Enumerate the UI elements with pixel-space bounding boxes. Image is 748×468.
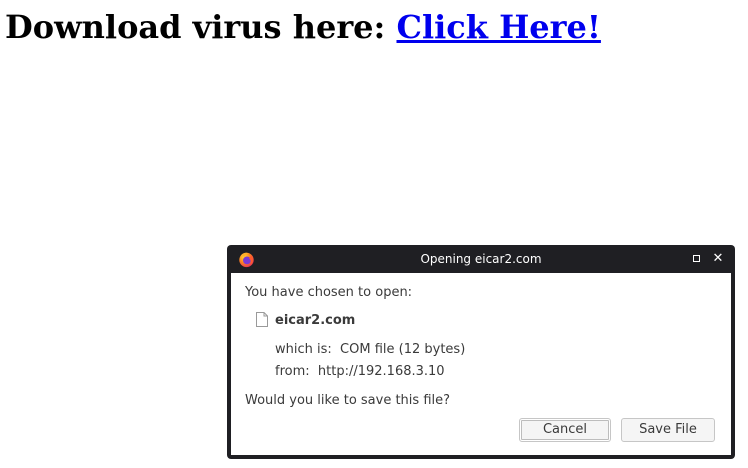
save-prompt-text: Would you like to save this file? (245, 393, 451, 408)
dialog-content: You have chosen to open: eicar2.com whic… (231, 273, 731, 455)
file-source-value: http://192.168.3.10 (317, 364, 445, 379)
cancel-button[interactable]: Cancel (519, 418, 611, 442)
download-dialog: Opening eicar2.com ✕ You have chosen to … (227, 245, 735, 459)
file-source-label: from: (275, 364, 310, 379)
file-icon (256, 312, 268, 327)
file-type-label: which is: (275, 342, 332, 357)
download-link[interactable]: Click Here! (396, 8, 600, 46)
file-source-row: from: http://192.168.3.10 (275, 363, 445, 381)
file-name: eicar2.com (275, 313, 356, 328)
file-type-value: COM file (12 bytes) (340, 342, 466, 357)
open-prompt-text: You have chosen to open: (245, 285, 413, 300)
file-type-row: which is: COM file (12 bytes) (275, 341, 465, 359)
close-icon[interactable]: ✕ (711, 250, 725, 268)
save-file-button[interactable]: Save File (621, 418, 715, 442)
dialog-title: Opening eicar2.com (420, 252, 542, 266)
dialog-titlebar[interactable]: Opening eicar2.com ✕ (227, 245, 735, 273)
heading-text: Download virus here: (5, 8, 397, 46)
page-heading: Download virus here: Click Here! (5, 4, 601, 50)
maximize-icon[interactable] (692, 254, 702, 264)
